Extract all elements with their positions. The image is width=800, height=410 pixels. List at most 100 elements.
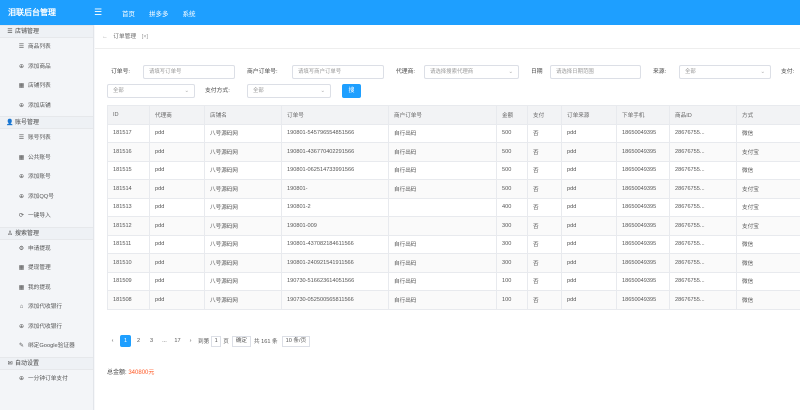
table-cell: 181515 bbox=[107, 160, 150, 180]
agent-select[interactable]: 请选择搜索代理商 ⌄ bbox=[424, 65, 519, 79]
sidebar-group-title[interactable]: ☰ 店铺管理 bbox=[0, 25, 93, 38]
table-cell: 18650049395 bbox=[616, 160, 670, 180]
column-header[interactable]: 支付 bbox=[527, 105, 562, 125]
sidebar-item[interactable]: ⊕ 一分钟订单支付 bbox=[0, 370, 93, 390]
table-row[interactable]: 181516 pdd 八号源码网 190801-436770402291566 自行出码… bbox=[107, 142, 800, 162]
table-cell: 181517 bbox=[107, 123, 150, 143]
table-cell: 18650049395 bbox=[616, 216, 670, 236]
column-header[interactable]: 店铺名 bbox=[204, 105, 282, 125]
sidebar-item[interactable]: ▦ 我的提现 bbox=[0, 279, 93, 299]
sidebar-item[interactable]: ▦ 店铺列表 bbox=[0, 77, 93, 97]
table-cell: 28676755... bbox=[669, 123, 737, 143]
table-cell: pdd bbox=[561, 160, 617, 180]
date-range-input[interactable]: 请选择日期范围 bbox=[550, 65, 641, 79]
sidebar-item[interactable]: ⟳ 一键导入 bbox=[0, 207, 93, 227]
back-arrow-icon[interactable]: ← bbox=[102, 34, 108, 40]
sidebar-item[interactable]: ☰ 商品列表 bbox=[0, 38, 93, 58]
table-cell: 300 bbox=[496, 234, 528, 254]
order-no-input[interactable]: 请填写订单号 bbox=[143, 65, 235, 79]
chat-icon: ✉ bbox=[7, 360, 13, 367]
total-amount: 总金额: 340800元 bbox=[107, 367, 154, 376]
sidebar-item[interactable]: ⊕ 添加商品 bbox=[0, 58, 93, 78]
next-page-button[interactable]: › bbox=[185, 335, 196, 347]
source-select[interactable]: 全部 ⌄ bbox=[679, 65, 771, 79]
page-2-button[interactable]: 2 bbox=[133, 335, 144, 347]
table-cell: 否 bbox=[527, 179, 562, 199]
table-row[interactable]: 181509 pdd 八号源码网 190730-516623614051566 自行出码… bbox=[107, 271, 800, 291]
topnav-home[interactable]: 首页 bbox=[122, 8, 135, 18]
table-cell: 28676755... bbox=[669, 197, 737, 217]
column-header[interactable]: 代理商 bbox=[149, 105, 205, 125]
table-row[interactable]: 181517 pdd 八号源码网 190801-545796554851566 自行出码… bbox=[107, 123, 800, 143]
sidebar-group-title[interactable]: ✉ 自动设置 bbox=[0, 356, 93, 370]
table-cell: 181511 bbox=[107, 234, 150, 254]
sidebar-item[interactable]: ✎ 绑定Google验证器 bbox=[0, 337, 93, 357]
table-row[interactable]: 181514 pdd 八号源码网 190801- 自行出码 500 否 pdd 18650049… bbox=[107, 179, 800, 199]
close-tab-icon[interactable]: [×] bbox=[142, 34, 148, 40]
table-cell: 八号源码网 bbox=[204, 216, 282, 236]
sidebar-group-title[interactable]: 👤账号管理 bbox=[0, 116, 93, 129]
column-header[interactable]: 商户订单号 bbox=[388, 105, 497, 125]
table-cell: 28676755... bbox=[669, 271, 737, 291]
grid-icon: ▦ bbox=[18, 154, 25, 161]
circle-plus-icon: ⊕ bbox=[18, 102, 25, 109]
table-row[interactable]: 181510 pdd 八号源码网 190801-240921541911566 自行出码… bbox=[107, 253, 800, 273]
goto-page-input[interactable]: 1 bbox=[211, 335, 222, 347]
column-header[interactable]: 下单手机 bbox=[616, 105, 670, 125]
sidebar-item[interactable]: ⊕ 添加账号 bbox=[0, 168, 93, 188]
table-cell: 28676755... bbox=[669, 142, 737, 162]
goto-label: 到第 bbox=[198, 339, 210, 345]
table-cell: 500 bbox=[496, 160, 528, 180]
menu-icon[interactable]: ☰ bbox=[94, 7, 108, 18]
sidebar-item[interactable]: ⌂ 添加代收银行 bbox=[0, 298, 93, 318]
list-icon: ☰ bbox=[7, 29, 13, 35]
column-header[interactable]: 商品ID bbox=[669, 105, 737, 125]
goto-confirm-button[interactable]: 确定 bbox=[231, 335, 252, 347]
table-row[interactable]: 181513 pdd 八号源码网 190801-2 400 否 pdd 18650049395… bbox=[107, 197, 800, 217]
column-header[interactable]: ID bbox=[107, 105, 150, 125]
table-row[interactable]: 181512 pdd 八号源码网 190801-009 300 否 pdd 186500493… bbox=[107, 216, 800, 236]
sidebar-item[interactable]: ▦ 公共账号 bbox=[0, 149, 93, 169]
sidebar-item[interactable]: ▦ 提现管理 bbox=[0, 259, 93, 279]
table-cell: 自行出码 bbox=[388, 290, 497, 310]
ellipsis: ... bbox=[162, 338, 167, 344]
table-cell: 微信 bbox=[736, 271, 800, 291]
topnav-pdd[interactable]: 拼多多 bbox=[149, 8, 169, 18]
page-1-button[interactable]: 1 bbox=[120, 335, 131, 347]
sidebar-item[interactable]: ⚙ 申请提现 bbox=[0, 240, 93, 260]
sidebar-item[interactable]: ⊕ 添加QQ号 bbox=[0, 188, 93, 208]
column-header[interactable]: 金额 bbox=[496, 105, 528, 125]
table-cell: pdd bbox=[561, 197, 617, 217]
table-cell: 否 bbox=[527, 290, 562, 310]
table-row[interactable]: 181508 pdd 八号源码网 190730-052500565811566 自行出码… bbox=[107, 290, 800, 310]
table-cell: 否 bbox=[527, 234, 562, 254]
source-label: 来源: bbox=[653, 69, 667, 75]
topnav-system[interactable]: 系统 bbox=[183, 8, 196, 18]
column-header[interactable]: 订单号 bbox=[281, 105, 389, 125]
breadcrumb: ← 订单管理 [×] bbox=[95, 25, 800, 49]
table-cell: 181512 bbox=[107, 216, 150, 236]
table-cell: 否 bbox=[527, 142, 562, 162]
sidebar-item[interactable]: ☰ 账号列表 bbox=[0, 129, 93, 149]
sidebar-item[interactable]: ⊕ 添加店铺 bbox=[0, 97, 93, 117]
table-row[interactable]: 181515 pdd 八号源码网 190801-062514733991566 自行出码… bbox=[107, 160, 800, 180]
table-cell: pdd bbox=[561, 142, 617, 162]
sidebar-item[interactable]: ⊕ 添加代收银行 bbox=[0, 318, 93, 338]
breadcrumb-label[interactable]: 订单管理 bbox=[113, 34, 136, 40]
pay-select[interactable]: 全部 ⌄ bbox=[107, 84, 195, 98]
pay-method-select[interactable]: 全部 ⌄ bbox=[247, 84, 331, 98]
table-cell: 18650049395 bbox=[616, 179, 670, 199]
prev-page-button[interactable]: ‹ bbox=[107, 335, 118, 347]
sidebar-group-title[interactable]: ♙ 搜索管理 bbox=[0, 226, 93, 240]
circle-plus-icon: ⊕ bbox=[18, 174, 25, 180]
search-button[interactable]: 搜 bbox=[342, 84, 361, 98]
page-3-button[interactable]: 3 bbox=[146, 335, 157, 347]
table-row[interactable]: 181511 pdd 八号源码网 190801-437082184611566 自行出码… bbox=[107, 234, 800, 254]
table-cell: 181514 bbox=[107, 179, 150, 199]
table-cell: 300 bbox=[496, 253, 528, 273]
column-header[interactable]: 订单来源 bbox=[561, 105, 617, 125]
merchant-order-no-input[interactable]: 请填写商户订单号 bbox=[292, 65, 384, 79]
page-size-select[interactable]: 10 条/页 bbox=[281, 335, 311, 347]
last-page-button[interactable]: 17 bbox=[172, 335, 183, 347]
column-header[interactable]: 方式 bbox=[736, 105, 800, 125]
